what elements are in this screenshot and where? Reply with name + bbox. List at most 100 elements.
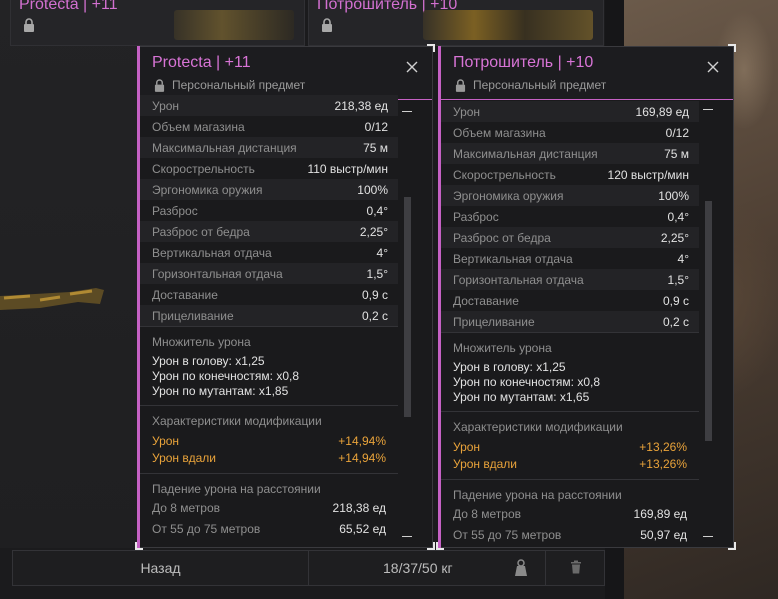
mod-row: Урон вдали +13,26%: [453, 457, 687, 471]
trash-icon: [570, 560, 582, 577]
tooltip-body[interactable]: Урон 169,89 ед Объем магазина 0/12 Максималь…: [441, 101, 699, 547]
item-card-title: Protecta | +11: [19, 0, 118, 13]
section-header: Падение урона на расстоянии: [453, 488, 622, 502]
stat-label: Объем магазина: [453, 125, 546, 140]
damage-multiplier-section: Множитель урона Урон в голову: x1,25 Уро…: [140, 326, 398, 405]
multiplier-line: Урон по конечностям: x0,8: [152, 369, 300, 383]
stat-label: Объем магазина: [152, 119, 245, 134]
stat-row: Объем магазина 0/12: [441, 122, 699, 143]
stats-list: Урон 169,89 ед Объем магазина 0/12 Максималь…: [441, 101, 699, 332]
stat-label: Урон: [152, 98, 180, 113]
stat-row: Прицеливание 0,2 с: [140, 305, 398, 326]
stat-value: 218,38 ед: [334, 98, 388, 113]
item-tooltip-protecta: Protecta | +11 Персональный предмет Урон…: [135, 44, 435, 550]
stat-value: 1,5°: [667, 272, 689, 287]
stat-value: 100%: [357, 182, 388, 197]
stat-value: 120 выстр/мин: [607, 167, 689, 182]
stat-label: Эргономика оружия: [152, 182, 263, 197]
stat-label: Горизонтальная отдача: [453, 272, 584, 287]
stat-label: Разброс: [152, 203, 198, 218]
lock-icon: [23, 18, 35, 35]
lock-icon: [154, 79, 165, 95]
personal-item-label: Персональный предмет: [172, 78, 306, 92]
back-button[interactable]: Назад: [13, 551, 309, 585]
stat-label: Вертикальная отдача: [152, 245, 272, 260]
close-icon[interactable]: [707, 61, 719, 76]
stat-value: 0,4°: [366, 203, 388, 218]
personal-item-label: Персональный предмет: [473, 78, 607, 92]
stat-value: 0,4°: [667, 209, 689, 224]
close-icon[interactable]: [406, 61, 418, 76]
stat-value: 110 выстр/мин: [307, 161, 388, 176]
stat-row: Разброс от бедра 2,25°: [140, 221, 398, 242]
stat-label: Максимальная дистанция: [152, 140, 297, 155]
item-title: Потрошитель | +10: [453, 54, 594, 71]
stat-value: 75 м: [664, 146, 689, 161]
damage-falloff-section: Падение урона на расстоянии До 8 метров 2…: [140, 473, 398, 546]
stat-label: Доставание: [453, 293, 519, 308]
stat-row: Вертикальная отдача 4°: [441, 248, 699, 269]
stat-row: Разброс 0,4°: [140, 200, 398, 221]
stat-value: 4°: [677, 251, 689, 266]
multiplier-line: Урон в голову: x1,25: [453, 360, 566, 374]
multiplier-line: Урон по мутантам: x1,65: [453, 390, 590, 404]
stat-row: Разброс от бедра 2,25°: [441, 227, 699, 248]
stat-value: 75 м: [363, 140, 388, 155]
section-header: Характеристики модификации: [453, 420, 623, 434]
item-card-protecta[interactable]: Protecta | +11: [10, 0, 305, 46]
stat-value: 2,25°: [660, 230, 689, 245]
mod-stats-section: Характеристики модификации Урон +14,94% У…: [140, 405, 398, 473]
stat-label: Прицеливание: [453, 314, 535, 329]
section-header: Множитель урона: [152, 335, 251, 349]
section-header: Множитель урона: [453, 341, 552, 355]
stat-label: Максимальная дистанция: [453, 146, 598, 161]
stat-value: 0/12: [665, 125, 689, 140]
trash-button[interactable]: [545, 551, 605, 585]
scrollbar[interactable]: [398, 101, 420, 547]
item-tooltip-potroshitel: Потрошитель | +10 Персональный предмет У…: [436, 44, 736, 550]
stat-row: Объем магазина 0/12: [140, 116, 398, 137]
stat-row: Максимальная дистанция 75 м: [140, 137, 398, 158]
inventory-background: [0, 0, 140, 548]
stat-row: Эргономика оружия 100%: [140, 179, 398, 200]
multiplier-line: Урон по мутантам: x1,85: [152, 384, 289, 398]
stat-row: Разброс 0,4°: [441, 206, 699, 227]
inventory-footer: Назад 18/37/50 кг: [12, 550, 605, 586]
stat-value: 0,2 с: [361, 308, 388, 323]
mod-row: Урон +14,94%: [152, 434, 386, 448]
falloff-row: До 8 метров 169,89 ед: [453, 507, 687, 521]
damage-falloff-section: Падение урона на расстоянии До 8 метров 1…: [441, 479, 699, 547]
weapon-image: [0, 288, 104, 310]
stat-label: Урон: [453, 104, 481, 119]
section-header: Падение урона на расстоянии: [152, 482, 321, 496]
weight-indicator: 18/37/50 кг: [383, 560, 453, 576]
tooltip-body[interactable]: Урон 218,38 ед Объем магазина 0/12 Максималь…: [140, 95, 398, 547]
mod-row: Урон вдали +14,94%: [152, 451, 386, 465]
stat-label: Прицеливание: [152, 308, 234, 323]
stat-value: 0,9 с: [662, 293, 689, 308]
stat-row: Горизонтальная отдача 1,5°: [441, 269, 699, 290]
scrollbar[interactable]: [699, 101, 721, 547]
tooltip-header: Protecta | +11 Персональный предмет: [140, 47, 432, 100]
weapon-image: [174, 10, 294, 40]
stat-row: Горизонтальная отдача 1,5°: [140, 263, 398, 284]
damage-multiplier-section: Множитель урона Урон в голову: x1,25 Уро…: [441, 332, 699, 411]
stat-value: 4°: [376, 245, 388, 260]
falloff-row: От 55 до 75 метров 50,97 ед: [453, 528, 687, 542]
multiplier-line: Урон по конечностям: x0,8: [453, 375, 601, 389]
mod-row: Урон +13,26%: [453, 440, 687, 454]
item-card-potroshitel[interactable]: Потрошитель | +10: [308, 0, 604, 46]
stat-row: Доставание 0,9 с: [140, 284, 398, 305]
stat-row: Прицеливание 0,2 с: [441, 311, 699, 332]
item-title: Protecta | +11: [152, 54, 251, 71]
stat-label: Горизонтальная отдача: [152, 266, 283, 281]
stat-row: Доставание 0,9 с: [441, 290, 699, 311]
lock-icon: [455, 79, 466, 95]
lock-icon: [321, 18, 333, 35]
scrollbar-thumb[interactable]: [404, 197, 411, 417]
stat-row: Урон 218,38 ед: [140, 95, 398, 116]
multiplier-line: Урон в голову: x1,25: [152, 354, 265, 368]
stat-value: 0/12: [364, 119, 388, 134]
scrollbar-thumb[interactable]: [705, 201, 712, 441]
stat-label: Разброс: [453, 209, 499, 224]
